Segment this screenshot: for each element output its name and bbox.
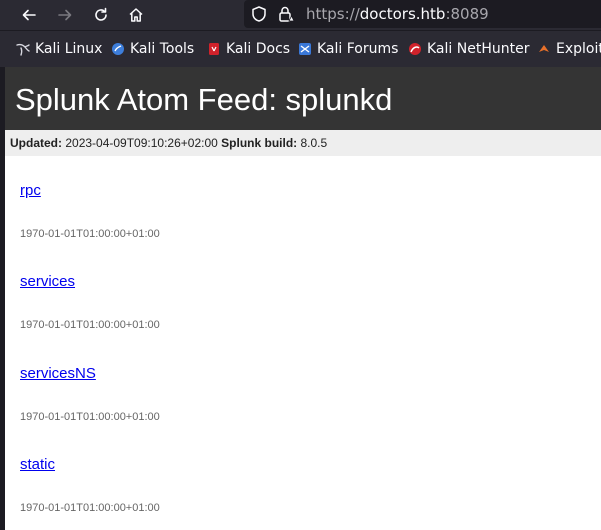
entry-date: 1970-01-01T01:00:00+01:00 bbox=[20, 319, 160, 331]
url-port: :8089 bbox=[445, 5, 489, 23]
updated-value: 2023-04-09T09:10:26+02:00 bbox=[65, 136, 218, 150]
home-icon bbox=[129, 8, 143, 22]
forward-button[interactable] bbox=[53, 3, 77, 27]
bookmark-kali-tools[interactable]: Kali Tools bbox=[111, 39, 194, 59]
url-host: doctors.htb bbox=[359, 5, 446, 23]
kali-docs-icon bbox=[209, 43, 219, 55]
bookmark-label: Kali Docs bbox=[226, 41, 291, 57]
browser-toolbar: https://doctors.htb:8089 bbox=[0, 0, 601, 30]
build-label: Splunk build: bbox=[221, 136, 298, 150]
bookmark-kali-nethunter[interactable]: Kali NetHunter bbox=[408, 39, 529, 59]
exploit-db-icon bbox=[539, 45, 549, 52]
back-button[interactable] bbox=[17, 3, 41, 27]
arrow-right-icon bbox=[58, 9, 72, 21]
entry-date: 1970-01-01T01:00:00+01:00 bbox=[20, 228, 160, 240]
home-button[interactable] bbox=[124, 3, 148, 27]
bookmark-kali-linux[interactable]: Kali Linux bbox=[16, 39, 102, 59]
entry-link-static[interactable]: static bbox=[20, 456, 55, 473]
entry-date: 1970-01-01T01:00:00+01:00 bbox=[20, 411, 160, 423]
reload-icon bbox=[95, 7, 107, 21]
updated-label: Updated: bbox=[10, 136, 62, 150]
entry-link-rpc[interactable]: rpc bbox=[20, 182, 41, 199]
reload-button[interactable] bbox=[89, 3, 113, 27]
bookmark-label: Kali NetHunter bbox=[427, 41, 530, 57]
bookmark-exploit-db[interactable]: Exploit bbox=[537, 39, 601, 59]
kali-tools-icon bbox=[112, 43, 124, 55]
page-title: Splunk Atom Feed: splunkd bbox=[15, 82, 393, 117]
bookmark-label: Kali Linux bbox=[35, 41, 103, 57]
lock-warning-icon[interactable] bbox=[277, 5, 295, 23]
bookmark-label: Exploit bbox=[556, 41, 601, 57]
entry-link-servicesns[interactable]: servicesNS bbox=[20, 365, 96, 382]
shield-icon[interactable] bbox=[250, 5, 268, 23]
bookmark-kali-forums[interactable]: Kali Forums bbox=[298, 39, 398, 59]
build-value: 8.0.5 bbox=[300, 136, 328, 150]
kali-nethunter-icon bbox=[409, 43, 421, 55]
bookmark-label: Kali Forums bbox=[317, 41, 399, 57]
url-scheme: https:// bbox=[306, 5, 360, 23]
page-content: Splunk Atom Feed: splunkd Updated: 2023-… bbox=[5, 67, 601, 530]
bookmark-label: Kali Tools bbox=[130, 41, 195, 57]
arrow-left-icon bbox=[22, 9, 36, 21]
kali-forums-icon bbox=[299, 43, 311, 55]
entry-link-services[interactable]: services bbox=[20, 273, 75, 290]
kali-dragon-icon bbox=[16, 43, 30, 56]
bookmarks-bar: Kali Linux Kali Tools Kali Docs Kali For… bbox=[0, 30, 601, 67]
feed-header: Splunk Atom Feed: splunkd bbox=[5, 67, 601, 130]
feed-meta-bar: Updated: 2023-04-09T09:10:26+02:00 Splun… bbox=[5, 130, 601, 156]
url-bar[interactable]: https://doctors.htb:8089 bbox=[244, 0, 601, 28]
bookmark-kali-docs[interactable]: Kali Docs bbox=[207, 39, 290, 59]
url-text[interactable]: https://doctors.htb:8089 bbox=[306, 5, 489, 23]
entry-date: 1970-01-01T01:00:00+01:00 bbox=[20, 502, 160, 514]
